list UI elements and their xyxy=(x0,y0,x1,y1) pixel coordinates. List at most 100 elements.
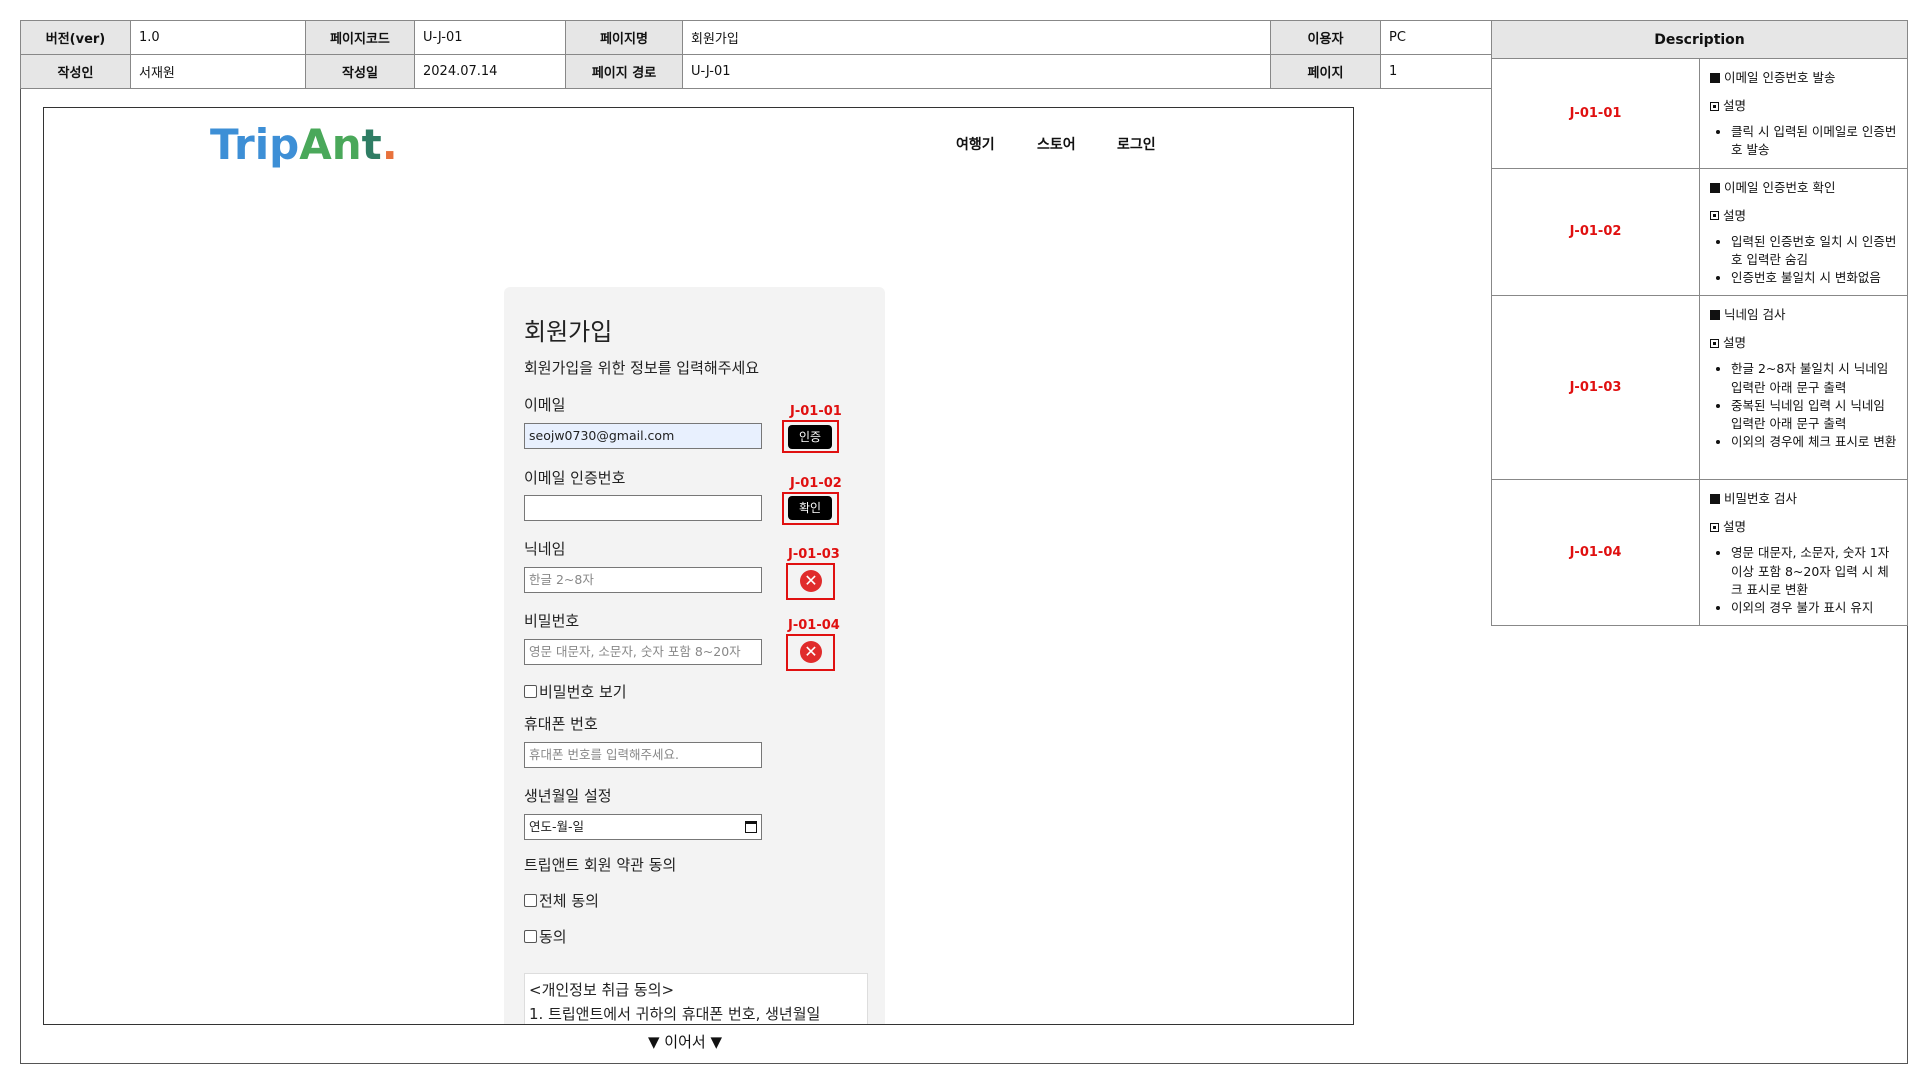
desc-bullet: 이외의 경우 불가 표시 유지 xyxy=(1731,599,1897,617)
date-value: 2024.07.14 xyxy=(414,54,566,89)
agree-all-checkbox[interactable]: 전체 동의 xyxy=(524,890,599,911)
desc-body: 닉네임 검사 설명 한글 2~8자 불일치 시 닉네임 입력란 아래 문구 출력… xyxy=(1699,295,1908,481)
date-label: 작성일 xyxy=(305,54,415,89)
email-label: 이메일 xyxy=(524,396,566,414)
pagecode-label: 페이지코드 xyxy=(305,20,415,55)
nickname-label: 닉네임 xyxy=(524,540,566,558)
desc-bullet: 중복된 닉네임 입력 시 닉네임 입력란 아래 문구 출력 xyxy=(1731,397,1897,433)
version-label: 버전(ver) xyxy=(20,20,131,55)
birth-label: 생년월일 설정 xyxy=(524,787,612,805)
desc-sub: 설명 xyxy=(1723,519,1747,535)
box-bullet-icon xyxy=(1710,338,1719,348)
show-password-label: 비밀번호 보기 xyxy=(539,683,627,701)
desc-bullet: 영문 대문자, 소문자, 숫자 1자 이상 포함 8~20자 입력 시 체크 표… xyxy=(1731,544,1897,598)
desc-sub: 설명 xyxy=(1723,207,1747,223)
password-input[interactable]: 영문 대문자, 소문자, 숫자 포함 8~20자 xyxy=(524,639,762,665)
author-value: 서재원 xyxy=(130,54,306,89)
nav-travelogue[interactable]: 여행기 xyxy=(956,134,995,154)
box-bullet-icon xyxy=(1710,101,1719,111)
agree-checkbox[interactable]: 동의 xyxy=(524,926,567,947)
page-subtitle: 회원가입을 위한 정보를 입력해주세요 xyxy=(524,359,760,377)
verify-button[interactable]: 인증 xyxy=(788,425,832,449)
checkbox-icon[interactable] xyxy=(524,685,537,698)
tripant-logo[interactable]: TripAnt. xyxy=(210,124,398,166)
desc-title: 닉네임 검사 xyxy=(1724,307,1786,323)
email-input[interactable]: seojw0730@gmail.com xyxy=(524,423,762,449)
pagecode-value: U-J-01 xyxy=(414,20,566,55)
page-title: 회원가입 xyxy=(524,318,613,346)
nav-login[interactable]: 로그인 xyxy=(1117,134,1156,154)
desc-bullet: 이외의 경우에 체크 표시로 변환 xyxy=(1731,433,1897,451)
annotation-tag: J-01-04 xyxy=(788,618,840,633)
desc-code: J-01-01 xyxy=(1491,58,1700,169)
terms-line: <개인정보 취급 동의> xyxy=(529,981,675,999)
continue-marker: ▼ 이어서 ▼ xyxy=(648,1033,723,1051)
signup-card: 회원가입 회원가입을 위한 정보를 입력해주세요 이메일 seojw0730@g… xyxy=(504,287,885,1024)
password-label: 비밀번호 xyxy=(524,612,580,630)
desc-body: 비밀번호 검사 설명 영문 대문자, 소문자, 숫자 1자 이상 포함 8~20… xyxy=(1699,479,1908,626)
desc-title: 이메일 인증번호 확인 xyxy=(1724,179,1836,195)
meta-row-2: 작성인 서재원 작성일 2024.07.14 페이지 경로 U-J-01 페이지… xyxy=(20,54,1492,89)
description-table: Description J-01-01 이메일 인증번호 발송 설명 클릭 시 … xyxy=(1491,20,1908,626)
terms-line: 1. 트립앤트에서 귀하의 휴대폰 번호, 생년월일 xyxy=(529,1005,821,1023)
checkbox-icon[interactable] xyxy=(524,894,537,907)
annotation-tag: J-01-01 xyxy=(790,404,842,419)
code-input[interactable] xyxy=(524,495,762,521)
page-mockup: TripAnt. 여행기 스토어 로그인 회원가입 회원가입을 위한 정보를 입… xyxy=(43,107,1354,1025)
logo-part-an: An xyxy=(299,120,362,169)
logo-part-t: t xyxy=(361,120,382,169)
desc-code: J-01-02 xyxy=(1491,167,1700,297)
box-bullet-icon xyxy=(1710,211,1719,221)
desc-row: J-01-03 닉네임 검사 설명 한글 2~8자 불일치 시 닉네임 입력란 … xyxy=(1491,295,1908,481)
meta-table: 버전(ver) 1.0 페이지코드 U-J-01 페이지명 회원가입 이용자 P… xyxy=(20,20,1492,89)
code-label: 이메일 인증번호 xyxy=(524,469,626,487)
desc-row: J-01-04 비밀번호 검사 설명 영문 대문자, 소문자, 숫자 1자 이상… xyxy=(1491,479,1908,626)
logo-dot: . xyxy=(381,120,398,169)
logo-part-trip: Trip xyxy=(210,120,300,169)
meta-row-1: 버전(ver) 1.0 페이지코드 U-J-01 페이지명 회원가입 이용자 P… xyxy=(20,20,1492,55)
calendar-icon[interactable] xyxy=(745,821,757,833)
desc-body: 이메일 인증번호 확인 설명 입력된 인증번호 일치 시 인증번호 입력란 숨김… xyxy=(1699,167,1908,297)
desc-code: J-01-04 xyxy=(1491,479,1700,626)
pagename-label: 페이지명 xyxy=(565,20,683,55)
pagename-value: 회원가입 xyxy=(682,20,1271,55)
black-square-icon xyxy=(1710,73,1720,84)
desc-title: 비밀번호 검사 xyxy=(1724,491,1797,507)
desc-body: 이메일 인증번호 발송 설명 클릭 시 입력된 이메일로 인증번호 발송 xyxy=(1699,58,1908,169)
author-label: 작성인 xyxy=(20,54,131,89)
phone-label: 휴대폰 번호 xyxy=(524,715,598,733)
desc-sub: 설명 xyxy=(1723,98,1747,114)
annotation-tag: J-01-02 xyxy=(790,476,842,491)
invalid-x-icon: ✕ xyxy=(800,641,822,663)
birth-date-value: 연도-월-일 xyxy=(529,819,585,834)
nickname-input[interactable]: 한글 2~8자 xyxy=(524,567,762,593)
desc-row: J-01-02 이메일 인증번호 확인 설명 입력된 인증번호 일치 시 인증번… xyxy=(1491,167,1908,297)
desc-sub: 설명 xyxy=(1723,335,1747,351)
path-value: U-J-01 xyxy=(682,54,1271,89)
terms-textbox[interactable]: <개인정보 취급 동의> 1. 트립앤트에서 귀하의 휴대폰 번호, 생년월일 xyxy=(524,973,868,1024)
agree-label: 동의 xyxy=(539,928,567,946)
desc-bullet: 클릭 시 입력된 이메일로 인증번호 발송 xyxy=(1731,123,1897,159)
invalid-x-icon: ✕ xyxy=(800,570,822,592)
checkbox-icon[interactable] xyxy=(524,930,537,943)
birth-date-input[interactable]: 연도-월-일 xyxy=(524,814,762,840)
confirm-button[interactable]: 확인 xyxy=(788,496,832,520)
nav-store[interactable]: 스토어 xyxy=(1037,134,1076,154)
description-header: Description xyxy=(1491,20,1908,59)
page-value: 1 xyxy=(1380,54,1492,89)
black-square-icon xyxy=(1710,310,1720,321)
show-password-checkbox[interactable]: 비밀번호 보기 xyxy=(524,681,627,702)
page-label: 페이지 xyxy=(1270,54,1381,89)
version-value: 1.0 xyxy=(130,20,306,55)
annotation-tag: J-01-03 xyxy=(788,547,840,562)
black-square-icon xyxy=(1710,182,1720,193)
phone-input[interactable]: 휴대폰 번호를 입력해주세요. xyxy=(524,742,762,768)
desc-bullet: 한글 2~8자 불일치 시 닉네임 입력란 아래 문구 출력 xyxy=(1731,360,1897,396)
agree-all-label: 전체 동의 xyxy=(539,892,599,910)
user-label: 이용자 xyxy=(1270,20,1381,55)
path-label: 페이지 경로 xyxy=(565,54,683,89)
desc-code: J-01-03 xyxy=(1491,295,1700,481)
user-value: PC xyxy=(1380,20,1492,55)
black-square-icon xyxy=(1710,494,1720,505)
terms-label: 트립앤트 회원 약관 동의 xyxy=(524,856,677,874)
